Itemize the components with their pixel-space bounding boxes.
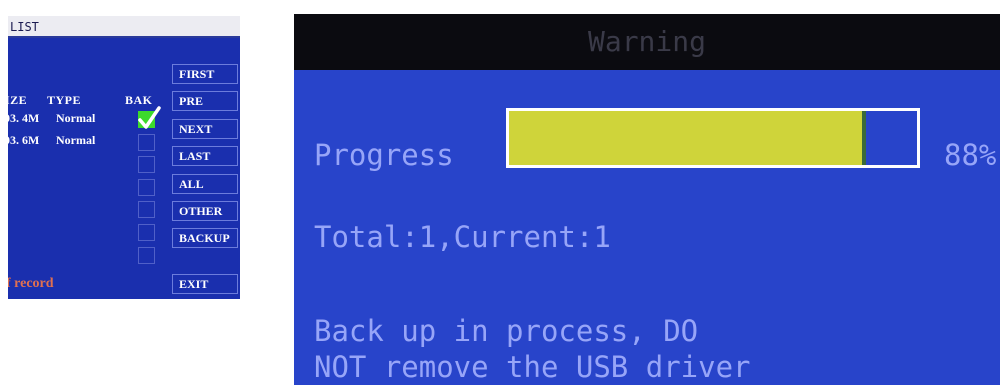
progress-edge [861,111,866,165]
progress-label: Progress [314,138,454,172]
backup-checkbox-checked[interactable] [138,106,161,129]
exit-button[interactable]: EXIT [172,274,238,294]
other-button[interactable]: OTHER [172,201,238,221]
backup-checkbox[interactable] [138,224,155,241]
record-type: Normal [56,133,96,147]
first-button[interactable]: FIRST [172,64,238,84]
backup-checkbox[interactable] [138,134,155,151]
progress-fill [509,111,864,165]
last-button[interactable]: LAST [172,146,238,166]
backup-checkbox[interactable] [138,156,155,173]
list-title: LIST [8,16,240,38]
record-type: Normal [56,111,96,125]
warning-message-line1: Back up in process, DO [314,314,699,348]
header-type: TYPE [47,93,82,107]
backup-checkbox[interactable] [138,201,155,218]
warning-message-line2: NOT remove the USB driver [314,350,751,384]
checkmark-icon [138,106,161,129]
next-button[interactable]: NEXT [172,119,238,139]
progress-bar [506,108,920,168]
record-list-panel: LIST IZE TYPE BAK 03. 4M Normal 03. 6M N… [8,16,240,299]
header-size: IZE [8,93,28,107]
prev-button[interactable]: PRE [172,91,238,111]
totals-text: Total:1,Current:1 [314,220,611,254]
backup-button[interactable]: BACKUP [172,228,238,248]
record-hint-text: f record [8,276,54,291]
warning-dialog: Warning Progress 88% Total:1,Current:1 B… [294,14,1000,385]
record-size: 03. 6M [8,133,40,147]
all-button[interactable]: ALL [172,174,238,194]
progress-percent: 88% [944,138,997,172]
dialog-title: Warning [294,14,1000,70]
backup-checkbox[interactable] [138,247,155,264]
record-size: 03. 4M [8,111,40,125]
backup-checkbox[interactable] [138,179,155,196]
